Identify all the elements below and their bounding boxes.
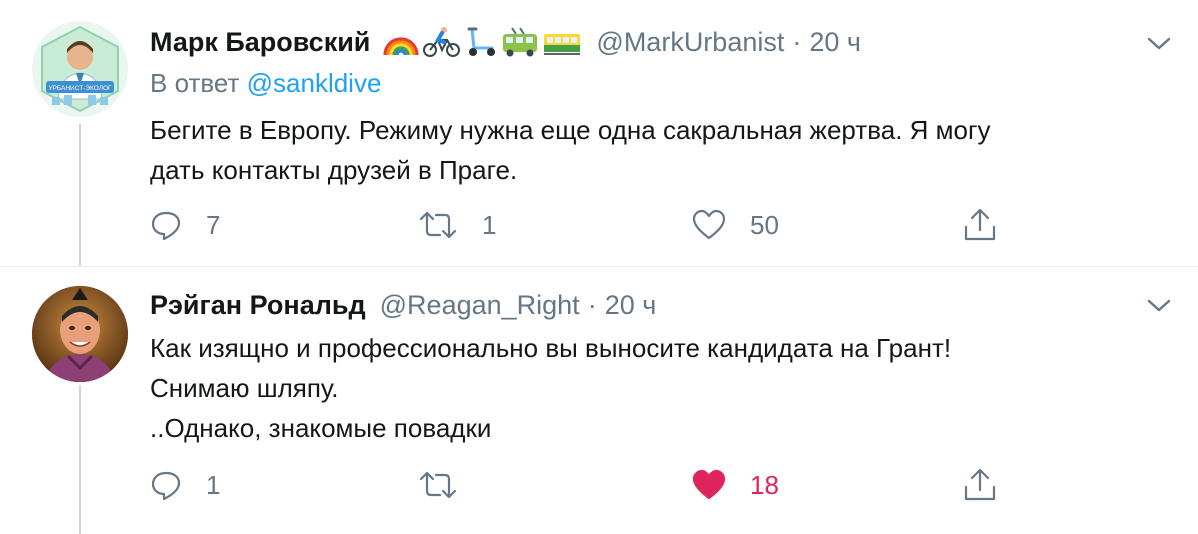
tweet-text: Как изящно и профессионально вы выносите… bbox=[150, 328, 1150, 448]
trolleybus-emoji bbox=[503, 27, 538, 57]
header-separator: · bbox=[587, 289, 597, 320]
tweet-text-line: Как изящно и профессионально вы выносите… bbox=[150, 333, 952, 363]
retweet-button[interactable]: 1 bbox=[418, 205, 496, 245]
tweet[interactable]: Рэйган Рональд @Reagan_Right · 20 ч Как … bbox=[0, 267, 1198, 534]
name-emojis bbox=[382, 26, 582, 58]
reply-button[interactable]: 1 bbox=[150, 465, 220, 505]
tram-car-emoji bbox=[544, 34, 581, 55]
retweet-icon bbox=[419, 471, 457, 499]
user-handle[interactable]: @Reagan_Right bbox=[380, 290, 580, 321]
display-name[interactable]: Марк Баровский bbox=[150, 27, 370, 58]
chevron-down-icon[interactable] bbox=[1146, 35, 1172, 53]
avatar-image: УРБАНИСТ-ЭКОЛОГ bbox=[32, 21, 128, 117]
tweet-header: Рэйган Рональд @Reagan_Right · 20 ч bbox=[150, 288, 656, 322]
header-separator: · bbox=[792, 26, 802, 57]
like-count: 50 bbox=[750, 209, 779, 240]
reply-count: 1 bbox=[206, 469, 221, 500]
timestamp[interactable]: 20 ч bbox=[605, 290, 657, 321]
user-handle[interactable]: @MarkUrbanist bbox=[596, 27, 784, 58]
retweet-icon bbox=[419, 211, 457, 239]
cyclist-emoji bbox=[423, 27, 461, 57]
avatar[interactable]: УРБАНИСТ-ЭКОЛОГ bbox=[32, 21, 128, 117]
avatar-image bbox=[32, 286, 128, 382]
share-button[interactable] bbox=[962, 205, 998, 245]
thread-connector-line bbox=[79, 385, 81, 534]
retweet-count: 1 bbox=[482, 209, 497, 240]
tweet-actions: 7 1 50 bbox=[150, 205, 1050, 245]
tweet-actions: 1 18 bbox=[150, 465, 1050, 505]
tweet-text: Бегите в Европу. Режиму нужна еще одна с… bbox=[150, 110, 1150, 190]
reply-prefix: В ответ bbox=[150, 68, 240, 98]
avatar[interactable] bbox=[32, 286, 128, 382]
tweet-text-line: дать контакты друзей в Праге. bbox=[150, 155, 518, 185]
thread-connector-line bbox=[79, 124, 81, 266]
display-name[interactable]: Рэйган Рональд bbox=[150, 290, 366, 321]
reply-icon bbox=[151, 471, 181, 501]
tweet-header: Марк Баровский @MarkUrbanist · 20 ч bbox=[150, 25, 861, 59]
like-button[interactable]: 50 bbox=[692, 205, 779, 245]
chevron-down-icon[interactable] bbox=[1146, 297, 1172, 315]
tweet[interactable]: УРБАНИСТ-ЭКОЛОГ Марк Баровский @MarkUrba… bbox=[0, 0, 1198, 267]
rainbow-emoji bbox=[383, 37, 420, 56]
reply-mention-link[interactable]: @sankldive bbox=[247, 68, 382, 98]
timestamp[interactable]: 20 ч bbox=[809, 27, 861, 58]
reply-button[interactable]: 7 bbox=[150, 205, 220, 245]
heart-filled-icon bbox=[692, 469, 726, 500]
tweet-text-line: Снимаю шляпу. bbox=[150, 373, 339, 403]
avatar-caption: УРБАНИСТ-ЭКОЛОГ bbox=[48, 85, 112, 92]
kick-scooter-emoji bbox=[467, 27, 496, 56]
share-button[interactable] bbox=[962, 465, 998, 505]
tweet-thread: УРБАНИСТ-ЭКОЛОГ Марк Баровский @MarkUrba… bbox=[0, 0, 1198, 534]
tweet-text-line: ..Однако, знакомые повадки bbox=[150, 413, 492, 443]
like-button[interactable]: 18 bbox=[692, 465, 779, 505]
heart-icon bbox=[692, 209, 726, 240]
reply-context: В ответ @sankldive bbox=[150, 68, 381, 99]
reply-count: 7 bbox=[206, 209, 221, 240]
share-icon bbox=[964, 468, 996, 501]
share-icon bbox=[964, 208, 996, 241]
retweet-button[interactable] bbox=[418, 465, 482, 505]
reply-icon bbox=[151, 211, 181, 241]
like-count: 18 bbox=[750, 469, 779, 500]
tweet-text-line: Бегите в Европу. Режиму нужна еще одна с… bbox=[150, 115, 991, 145]
